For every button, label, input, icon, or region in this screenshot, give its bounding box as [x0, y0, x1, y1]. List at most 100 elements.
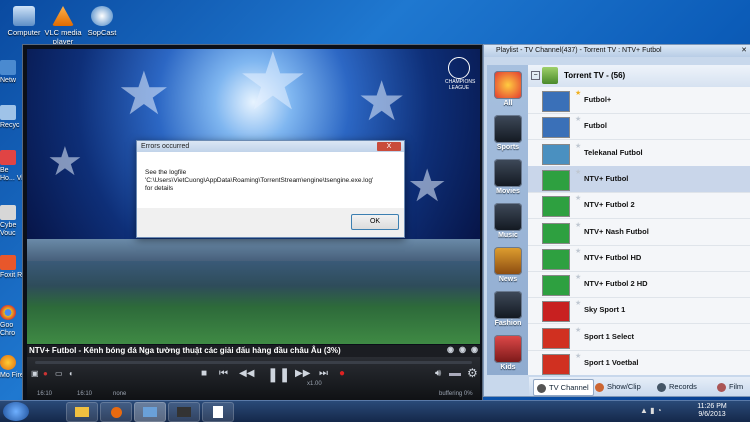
- screen-icon[interactable]: ▭: [55, 369, 63, 378]
- favorite-star-icon[interactable]: ★: [575, 168, 581, 176]
- desktop-icon-foxit[interactable]: Foxit R: [0, 255, 24, 280]
- record-button[interactable]: ●: [339, 368, 345, 379]
- torrentstream-icon: [143, 407, 157, 417]
- taskbar: ▲ ▮ ◔ 11:26 PM 9/6/2013: [0, 400, 750, 422]
- playlist-tabs: TV Channel Show/Clip Records Film: [529, 377, 750, 396]
- channel-row[interactable]: ★ Sport 1 Select: [528, 324, 750, 351]
- playlist-icon[interactable]: ▣: [31, 369, 39, 378]
- dialog-close-button[interactable]: X: [377, 142, 401, 151]
- desktop-icon-sopcast[interactable]: SopCast: [79, 6, 125, 37]
- previous-button[interactable]: ⏮: [219, 368, 228, 379]
- stop-button[interactable]: ■: [201, 368, 207, 379]
- category-sidebar: All Sports Movies Music News Fashion Kid…: [487, 65, 529, 375]
- tab-film[interactable]: Film: [717, 379, 743, 394]
- favorite-star-icon[interactable]: ★: [575, 299, 581, 307]
- channel-row[interactable]: ★ NTV+ Futbol: [528, 165, 750, 193]
- film-icon: [494, 159, 522, 187]
- error-dialog: Errors occurred X See the logfile 'C:\Us…: [136, 140, 405, 238]
- tab-records[interactable]: Records: [657, 379, 697, 394]
- group-title: Torrent TV - (56): [564, 71, 626, 80]
- desktop-icon-cyber[interactable]: Cybe Vouc: [0, 205, 24, 238]
- favorite-star-icon[interactable]: ★: [575, 142, 581, 150]
- channel-name: NTV+ Futbol HD: [584, 252, 642, 262]
- volume-icon[interactable]: 🔊︎: [435, 368, 441, 379]
- channel-row[interactable]: ★ Sky Sport 1: [528, 297, 750, 325]
- category-music[interactable]: Music: [487, 203, 529, 239]
- tv-icon: [537, 383, 546, 393]
- tab-tv-channel[interactable]: TV Channel: [533, 379, 594, 396]
- settings-gear-icon[interactable]: ⚙: [467, 366, 478, 380]
- tray-icons[interactable]: ▲ ▮ ◔: [640, 406, 662, 415]
- favorite-star-icon[interactable]: ★: [575, 194, 581, 202]
- taskbar-torrentstream-button[interactable]: [134, 402, 166, 422]
- forward-button[interactable]: ▶▶: [295, 368, 310, 379]
- tab-show-clip[interactable]: Show/Clip: [595, 379, 641, 394]
- foxit-icon: [0, 255, 16, 270]
- taskbar-video-button[interactable]: [168, 402, 200, 422]
- start-button[interactable]: [3, 402, 29, 421]
- favorite-star-icon[interactable]: ★: [575, 89, 581, 97]
- dialog-body: See the logfile 'C:\Users\VietCuong\AppD…: [137, 152, 404, 208]
- volume-icon[interactable]: ◐: [69, 369, 74, 378]
- category-kids[interactable]: Kids: [487, 335, 529, 371]
- favorite-star-icon[interactable]: ★: [575, 352, 581, 360]
- channel-row[interactable]: ★ Futbol+: [528, 87, 750, 114]
- diamond-icon: [494, 291, 522, 319]
- channel-row[interactable]: ★ NTV+ Futbol 2 HD: [528, 271, 750, 299]
- channel-row[interactable]: ★ NTV+ Nash Futbol: [528, 219, 750, 246]
- favorite-star-icon[interactable]: ★: [575, 115, 581, 123]
- category-news[interactable]: News: [487, 247, 529, 283]
- desktop-icon-chrome[interactable]: Goo Chro: [0, 305, 24, 338]
- desktop-icon-behoc[interactable]: Be Ho... Vi: [0, 150, 24, 183]
- next-button[interactable]: ⏭: [319, 368, 328, 379]
- stadium-pitch: [27, 261, 480, 344]
- channel-row[interactable]: ★ Telekanal Futbol: [528, 140, 750, 167]
- desktop-icon-network[interactable]: Netw: [0, 60, 24, 85]
- music-icon: [494, 203, 522, 231]
- taskbar-document-button[interactable]: [202, 402, 234, 422]
- channel-row[interactable]: ★ Futbol: [528, 113, 750, 141]
- desktop-icon-recycle[interactable]: Recyc: [0, 105, 24, 130]
- close-icon[interactable]: ✕: [741, 45, 747, 57]
- channel-row[interactable]: ★ NTV+ Futbol 2: [528, 192, 750, 220]
- category-label: All: [503, 100, 513, 107]
- taskbar-media-button[interactable]: [100, 402, 132, 422]
- channel-name: Sky Sport 1: [584, 305, 626, 315]
- channel-name: NTV+ Futbol: [584, 173, 629, 183]
- rewind-button[interactable]: ◀◀: [239, 368, 254, 379]
- category-sports[interactable]: Sports: [487, 115, 529, 151]
- favorite-star-icon[interactable]: ★: [575, 247, 581, 255]
- category-fashion[interactable]: Fashion: [487, 291, 529, 327]
- desktop-icon-firefox[interactable]: Mo Fire: [0, 355, 24, 380]
- desktop-icon-label: Cybe Vouc: [0, 222, 17, 237]
- collapse-icon[interactable]: −: [531, 71, 540, 80]
- record-icon[interactable]: ●: [43, 369, 48, 378]
- volume-slider[interactable]: [449, 373, 461, 376]
- category-label: Sports: [496, 144, 520, 151]
- favorite-star-icon[interactable]: ★: [575, 326, 581, 334]
- system-clock[interactable]: 11:26 PM 9/6/2013: [692, 403, 732, 419]
- channel-row[interactable]: ★ Sport 1 Voetbal: [528, 350, 750, 375]
- desktop-icon-label: Netw: [0, 77, 16, 84]
- seek-bar[interactable]: [35, 361, 472, 364]
- ok-button[interactable]: OK: [351, 214, 399, 230]
- favorite-star-icon[interactable]: ★: [575, 273, 581, 281]
- close-icon[interactable]: ◉: [471, 344, 478, 356]
- channel-logo: [542, 143, 570, 165]
- favorite-star-icon[interactable]: ★: [575, 221, 581, 229]
- minimize-icon[interactable]: ◉: [447, 344, 454, 356]
- starball-icon: [448, 57, 470, 79]
- taskbar-explorer-button[interactable]: [66, 402, 98, 422]
- category-movies[interactable]: Movies: [487, 159, 529, 195]
- channel-info-bar: NTV+ Futbol - Kênh bóng đá Nga tường thu…: [27, 345, 480, 357]
- channel-row[interactable]: ★ NTV+ Futbol HD: [528, 245, 750, 272]
- maximize-icon[interactable]: ◉: [459, 344, 466, 356]
- category-all[interactable]: All: [487, 71, 529, 107]
- channel-name: Futbol+: [584, 95, 612, 104]
- torrent-tv-icon: [542, 67, 558, 84]
- channel-logo: [542, 275, 570, 297]
- sopcast-icon: [91, 6, 113, 26]
- time-right: 16:10: [77, 391, 93, 397]
- pause-button[interactable]: ❚❚: [267, 366, 290, 383]
- channel-group-header[interactable]: − Torrent TV - (56): [528, 65, 750, 87]
